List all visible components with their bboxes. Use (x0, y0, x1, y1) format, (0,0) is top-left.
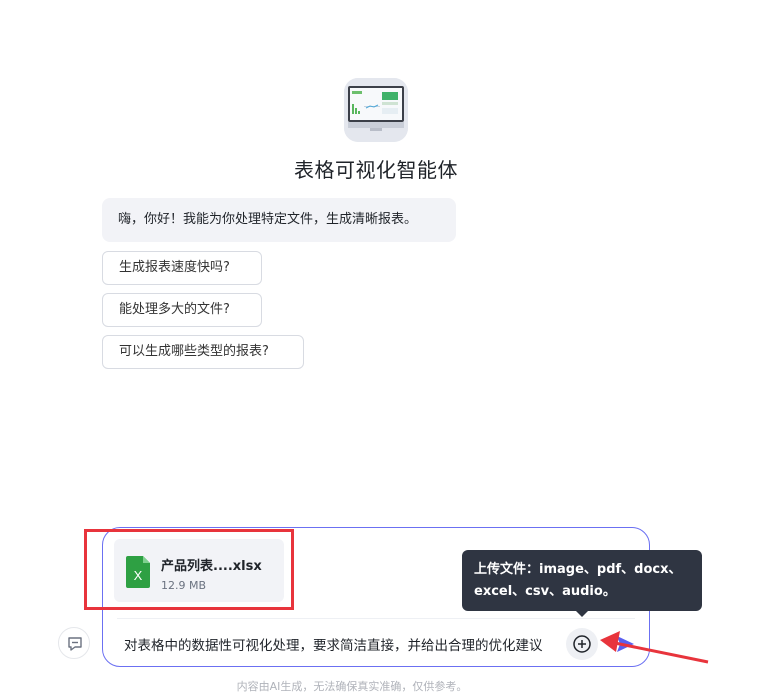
greeting-message: 嗨，你好！我能为你处理特定文件，生成清晰报表。 (102, 198, 456, 242)
new-chat-button[interactable] (58, 627, 90, 659)
plus-circle-icon (573, 635, 591, 653)
tooltip-line: excel、csv、audio。 (474, 584, 616, 599)
annotation-highlight-box (84, 529, 294, 610)
agent-title: 表格可视化智能体 (294, 158, 458, 182)
composer-divider (117, 618, 635, 619)
message-input[interactable]: 对表格中的数据性可视化处理，要求简洁直接，并给出合理的优化建议 (124, 634, 543, 654)
chart-dashboard-icon (344, 78, 408, 142)
tooltip-line: 上传文件：image、pdf、docx、 (474, 562, 682, 577)
suggestion-chip[interactable]: 可以生成哪些类型的报表? (102, 335, 304, 369)
ai-disclaimer: 内容由AI生成，无法确保真实准确，仅供参考。 (236, 680, 468, 693)
suggestion-chip[interactable]: 生成报表速度快吗? (102, 251, 262, 285)
tooltip-arrow (575, 610, 589, 617)
upload-file-button[interactable] (566, 628, 598, 660)
suggestion-chip[interactable]: 能处理多大的文件? (102, 293, 262, 327)
agent-avatar (344, 78, 408, 142)
upload-tooltip: 上传文件：image、pdf、docx、 excel、csv、audio。 (462, 550, 702, 611)
new-chat-icon (68, 637, 82, 651)
annotation-arrow-icon (600, 631, 709, 664)
